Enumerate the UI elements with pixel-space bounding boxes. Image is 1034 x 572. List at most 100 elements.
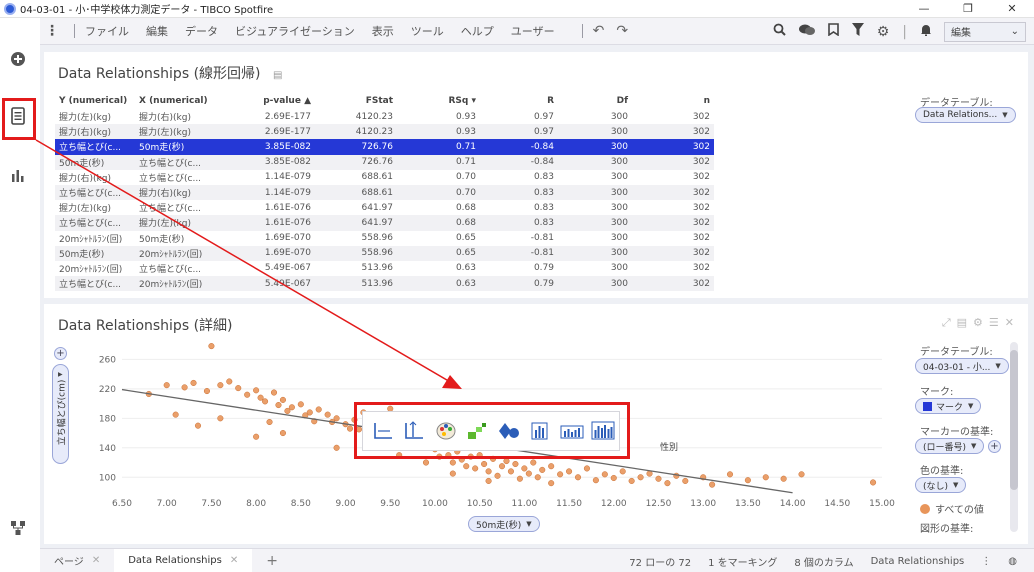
dropdown-arrow-icon: ▼ xyxy=(526,520,532,528)
page-tab[interactable]: ページ ✕ xyxy=(40,549,114,572)
dropdown-arrow-icon: ▼ xyxy=(971,442,977,450)
maximize-icon[interactable]: ⤢ xyxy=(942,316,951,330)
table-cell: 302 xyxy=(632,124,714,140)
minimize-button[interactable]: — xyxy=(902,0,946,18)
column-count: 8 個のカラム xyxy=(794,557,854,569)
table-cell: 50m走(秒) xyxy=(55,245,135,261)
table-row[interactable]: 50m走(秒) 20mｼｬﾄﾙﾗﾝ(回) 1.69E-070 558.96 0.65 -0… xyxy=(55,245,714,261)
add-visualization-icon[interactable] xyxy=(8,51,28,71)
data-table-name[interactable]: Data Relationships xyxy=(871,556,965,567)
column-header-p-value[interactable]: p-value ▲ xyxy=(235,93,315,109)
close-visual-icon[interactable]: ✕ xyxy=(1005,316,1014,330)
settings-icon[interactable]: ⚙ xyxy=(877,24,890,40)
column-header-x[interactable]: X (numerical) xyxy=(135,93,235,109)
table-cell: 20mｼｬﾄﾙﾗﾝ(回) xyxy=(59,264,123,275)
table-cell: 5.49E-067 xyxy=(235,276,315,292)
table-cell: 641.97 xyxy=(361,202,394,213)
table-row[interactable]: 20mｼｬﾄﾙﾗﾝ(回) 立ち幅とび(c... 5.49E-067 513.96 0.6… xyxy=(55,261,714,276)
properties-scrollbar[interactable] xyxy=(1010,342,1018,532)
window-title: 04-03-01 - 小･中学校体力測定データ - TIBCO Spotfire xyxy=(20,5,274,16)
close-button[interactable]: ✕ xyxy=(990,0,1034,18)
menu-edit[interactable]: 編集 xyxy=(146,23,168,39)
table-row[interactable]: 立ち幅とび(c... 20mｼｬﾄﾙﾗﾝ(回) 5.49E-067 513.96 0.6… xyxy=(55,276,714,292)
table-cell: 558.96 xyxy=(315,245,397,261)
notification-bell-icon[interactable] xyxy=(920,23,932,40)
filter-icon[interactable] xyxy=(851,23,864,40)
x-axis-selector[interactable]: 50m走(秒) ▼ xyxy=(468,516,540,532)
restore-button[interactable]: ❐ xyxy=(946,0,990,18)
table-cell: 立ち幅とび(c... xyxy=(55,184,135,201)
bar-chart-icon[interactable] xyxy=(8,167,28,187)
table-cell: 5.49E-067 xyxy=(264,263,311,274)
table-row[interactable]: 50m走(秒) 立ち幅とび(c... 3.85E-082 726.76 0.71 -0.8… xyxy=(55,154,714,170)
menu-tools[interactable]: ツール xyxy=(411,23,444,39)
column-header-fstat[interactable]: FStat xyxy=(315,93,397,109)
menu-file[interactable]: ファイル xyxy=(85,23,129,39)
data-flow-icon[interactable] xyxy=(8,520,28,540)
table-row[interactable]: 立ち幅とび(c... 握力(右)(kg) 1.14E-079 688.61 0.70 0.… xyxy=(55,184,714,201)
table-cell: 0.70 xyxy=(455,172,476,183)
table-row[interactable]: 立ち幅とび(c... 握力(左)(kg) 1.61E-076 641.97 0.68 0.… xyxy=(55,215,714,231)
column-header-y[interactable]: Y (numerical) xyxy=(55,93,135,109)
close-tab-icon[interactable]: ✕ xyxy=(230,555,238,566)
table-row[interactable]: 握力(左)(kg) 握力(右)(kg) 2.69E-177 4120.23 0.93 0.… xyxy=(55,109,714,124)
scrollbar-thumb[interactable] xyxy=(1010,350,1018,490)
table-cell: 20mｼｬﾄﾙﾗﾝ(回) xyxy=(59,234,123,245)
close-tab-icon[interactable]: ✕ xyxy=(92,555,100,566)
legend-toggle-icon[interactable]: ☰ xyxy=(989,316,999,330)
add-axis-button[interactable]: + xyxy=(54,347,67,360)
undo-icon[interactable]: ↶ xyxy=(593,23,605,39)
table-cell: 302 xyxy=(692,202,710,213)
more-options-icon[interactable]: ⋮ xyxy=(981,556,991,567)
column-header-rsq[interactable]: RSq ▾ xyxy=(397,93,480,109)
table-row[interactable]: 立ち幅とび(c... 50m走(秒) 3.85E-082 726.76 0.71 -0.8… xyxy=(55,139,714,155)
description-icon[interactable]: ▤ xyxy=(273,70,282,81)
menu-help[interactable]: ヘルプ xyxy=(461,23,494,39)
bookmark-icon[interactable] xyxy=(827,23,839,40)
redo-icon[interactable]: ↷ xyxy=(616,23,628,39)
page-tab-label: ページ xyxy=(54,557,84,568)
table-visual-title-text: Data Relationships (線形回帰) xyxy=(58,66,261,82)
table-row[interactable]: 握力(左)(kg) 立ち幅とび(c... 1.61E-076 641.97 0.68 0.… xyxy=(55,200,714,215)
marker-color-swatch xyxy=(923,401,932,411)
settings-icon[interactable]: ⚙ xyxy=(973,316,983,330)
scatter-data-table-selector[interactable]: 04-03-01 - 小... ▼ xyxy=(915,358,1009,374)
color-swatch xyxy=(920,503,930,514)
mode-select[interactable]: 編集 ⌄ xyxy=(944,21,1026,42)
relationships-table[interactable]: Y (numerical) X (numerical) p-value ▲ FS… xyxy=(55,93,714,292)
annotation-highlight-box xyxy=(354,402,630,459)
column-header-n[interactable]: n xyxy=(632,93,714,109)
table-cell: -0.81 xyxy=(530,233,554,244)
active-page-tab[interactable]: Data Relationships ✕ xyxy=(114,548,253,572)
table-cell: 20mｼｬﾄﾙﾗﾝ(回) xyxy=(135,276,235,292)
menu-user[interactable]: ユーザー xyxy=(511,23,555,39)
column-header-df[interactable]: Df xyxy=(558,93,632,109)
search-icon[interactable] xyxy=(773,23,786,40)
menu-view[interactable]: 表示 xyxy=(372,23,394,39)
marker-selector[interactable]: マーク ▼ xyxy=(915,398,982,414)
add-page-button[interactable]: + xyxy=(252,549,292,572)
table-cell: 0.71 xyxy=(397,154,480,170)
table-row[interactable]: 握力(右)(kg) 立ち幅とび(c... 1.14E-079 688.61 0.70 0.… xyxy=(55,170,714,185)
data-table-selector[interactable]: Data Relations... ▼ xyxy=(915,107,1016,123)
shape-basis-label: 図形の基準: xyxy=(920,524,974,535)
table-cell: 302 xyxy=(632,215,714,231)
y-axis-selector[interactable]: 立ち幅とび(cm) ▶ xyxy=(52,364,69,464)
color-basis-selector[interactable]: (なし) ▼ xyxy=(915,477,967,493)
menu-data[interactable]: データ xyxy=(185,23,218,39)
add-marker-basis-button[interactable]: + xyxy=(988,440,1001,453)
collaboration-icon[interactable] xyxy=(798,24,815,40)
marker-basis-selector[interactable]: (ロー番号) ▼ xyxy=(915,438,985,454)
table-cell: 1.69E-070 xyxy=(264,233,311,244)
table-cell: 0.63 xyxy=(455,263,476,274)
table-cell: 726.76 xyxy=(315,154,397,170)
globe-icon[interactable]: ◍ xyxy=(1008,556,1017,567)
color-legend-item[interactable]: すべての値 xyxy=(920,501,984,516)
table-row[interactable]: 20mｼｬﾄﾙﾗﾝ(回) 50m走(秒) 1.69E-070 558.96 0.65 -0… xyxy=(55,231,714,246)
menu-bar: ⋮ ファイル 編集 データ ビジュアライゼーション 表示 ツール ヘルプ ユーザ… xyxy=(40,18,1034,45)
table-row[interactable]: 握力(右)(kg) 握力(左)(kg) 2.69E-177 4120.23 0.93 0.… xyxy=(55,124,714,140)
description-icon[interactable]: ▤ xyxy=(957,316,967,330)
column-header-r[interactable]: R xyxy=(480,93,558,109)
menu-visualization[interactable]: ビジュアライゼーション xyxy=(235,23,355,39)
more-menu-icon[interactable]: ⋮ xyxy=(40,23,64,39)
